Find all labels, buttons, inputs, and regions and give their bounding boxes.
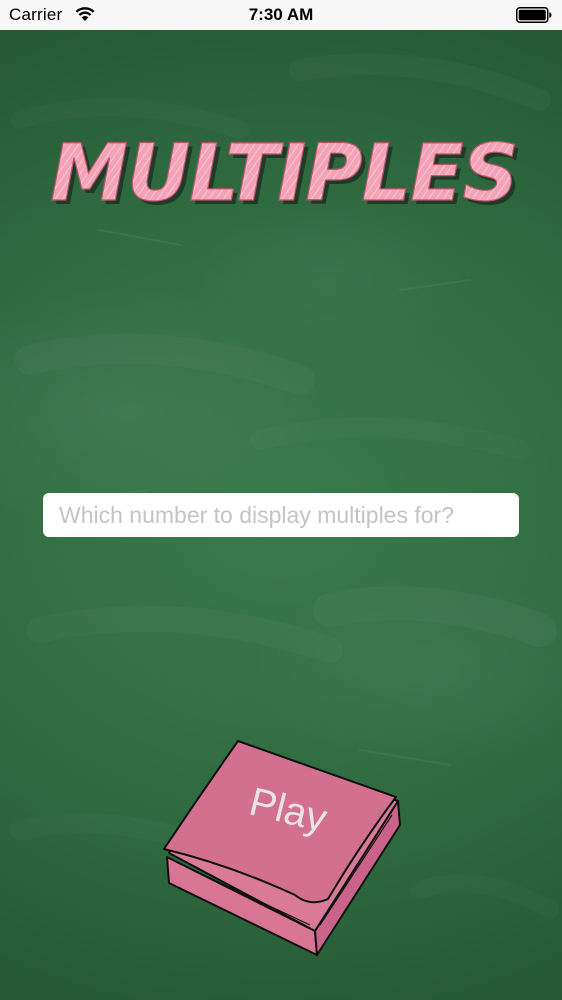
title-logo: MULTIPLES MULTIPLES [0,120,562,223]
battery-icon [516,7,552,28]
page-title: MULTIPLES [50,129,517,219]
notepad-icon: Play [163,740,401,956]
play-button[interactable]: Play [160,735,405,960]
number-input[interactable] [43,493,519,537]
app-screen: Carrier 7:30 AM MULTIPLES MULTIPLES Whic… [0,0,562,1000]
clock-time: 7:30 AM [248,5,314,24]
status-bar: Carrier 7:30 AM [0,0,562,30]
